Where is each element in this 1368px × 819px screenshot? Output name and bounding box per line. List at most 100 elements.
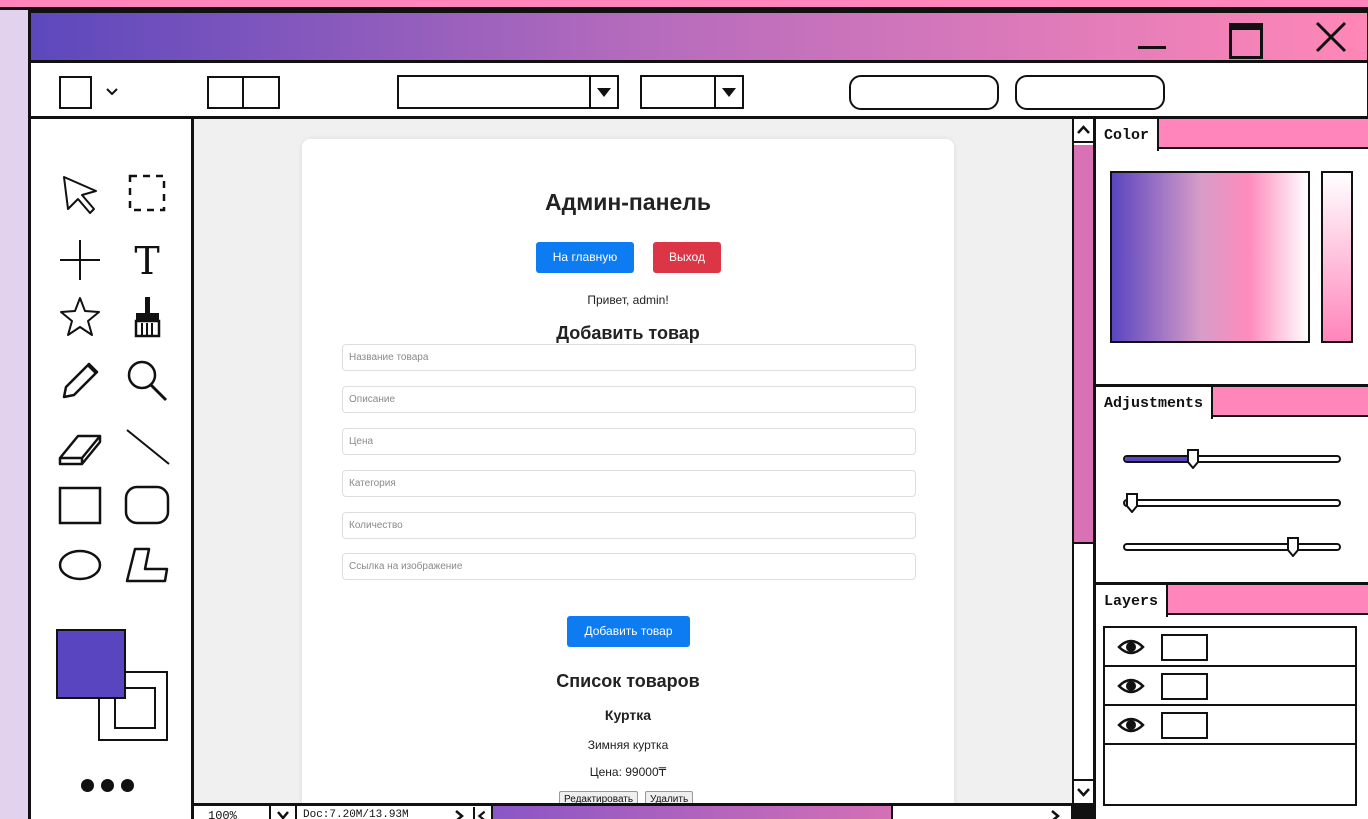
maximize-button[interactable] [1222, 17, 1266, 59]
canvas-area: Админ-панель На главную Выход Привет, ad… [194, 119, 1072, 803]
title-bar [31, 13, 1367, 63]
layer-thumbnail [1161, 634, 1208, 661]
chevron-up-icon [1077, 125, 1090, 134]
scroll-down-button[interactable] [1074, 779, 1093, 803]
eye-icon[interactable] [1117, 637, 1145, 657]
chevron-down-icon[interactable] [105, 87, 119, 97]
scroll-up-button[interactable] [1074, 119, 1093, 143]
color-panel-header: Color [1096, 119, 1368, 151]
layer-thumbnail [1161, 673, 1208, 700]
category-input[interactable]: Категория [342, 470, 916, 497]
brush-icon[interactable] [123, 293, 171, 341]
layers-list [1103, 626, 1357, 806]
description-input[interactable]: Описание [342, 386, 916, 413]
dropdown-arrow-icon [714, 77, 742, 107]
layers-panel-header: Layers [1096, 585, 1368, 617]
marquee-select-icon[interactable] [123, 169, 171, 217]
eye-icon[interactable] [1117, 715, 1145, 735]
rounded-rectangle-icon[interactable] [123, 481, 171, 529]
chevron-down-icon [277, 811, 289, 819]
product-list-heading: Список товаров [556, 671, 700, 691]
greeting-text: Привет, admin! [587, 293, 669, 307]
minimize-button[interactable] [1130, 17, 1174, 57]
adjustment-slider-1[interactable] [1123, 449, 1341, 470]
layers-panel-title[interactable]: Layers [1096, 585, 1169, 617]
ellipse-icon[interactable] [56, 541, 104, 589]
add-product-heading: Добавить товар [556, 323, 700, 343]
slider-knob[interactable] [1287, 537, 1300, 558]
split-view-button[interactable] [207, 76, 280, 109]
scrollbar-corner [1071, 806, 1096, 819]
top-strip [0, 0, 1368, 10]
line-tool-icon[interactable] [123, 424, 171, 472]
horizontal-scroll-thumb[interactable] [493, 806, 893, 819]
chevron-right-icon[interactable] [451, 807, 467, 819]
home-button[interactable]: На главную [536, 242, 634, 273]
svg-text:T: T [134, 239, 159, 283]
layer-row[interactable] [1105, 628, 1355, 667]
slider-fill [1125, 545, 1292, 549]
logout-button[interactable]: Выход [653, 242, 721, 273]
hue-slider[interactable] [1321, 171, 1353, 343]
polygon-icon[interactable] [123, 541, 171, 589]
eye-icon[interactable] [1117, 676, 1145, 696]
product-price: Цена: 99000₸ [589, 765, 667, 779]
foreground-color-swatch[interactable] [56, 629, 126, 699]
close-icon [1315, 21, 1347, 53]
close-button[interactable] [1311, 17, 1355, 57]
price-input[interactable]: Цена [342, 428, 916, 455]
more-tools-icon[interactable] [81, 779, 151, 803]
vertical-scroll-thumb[interactable] [1074, 145, 1093, 544]
chevron-left-icon[interactable] [473, 807, 489, 819]
eraser-icon[interactable] [56, 424, 104, 472]
adjustments-panel-title[interactable]: Adjustments [1096, 387, 1214, 419]
document-size: Doc:7.20M/13.93M [303, 809, 409, 819]
pencil-icon[interactable] [56, 357, 104, 405]
layer-row[interactable] [1105, 667, 1355, 706]
chevron-down-icon [1077, 788, 1090, 797]
color-panel-title[interactable]: Color [1096, 119, 1160, 151]
page-title: Админ-панель [544, 189, 712, 215]
scroll-right-icon[interactable] [1047, 807, 1063, 819]
status-bar: 100% Doc:7.20M/13.93M [194, 803, 1096, 819]
vertical-scrollbar[interactable] [1072, 119, 1096, 803]
app-root: T Админ-панель На главную Выход Привет, … [0, 0, 1368, 819]
horizontal-scrollbar[interactable] [491, 806, 1071, 819]
edit-product-button[interactable]: Редактировать [559, 791, 639, 803]
slider-knob[interactable] [1125, 493, 1138, 514]
toolbar-pill-button-1[interactable] [849, 75, 999, 110]
crosshair-icon[interactable] [56, 236, 104, 284]
slider-fill [1125, 457, 1194, 461]
rectangle-icon[interactable] [56, 481, 104, 529]
quantity-input[interactable]: Количество [342, 512, 916, 539]
zoom-icon[interactable] [123, 357, 171, 405]
dropdown-arrow-icon [589, 77, 617, 107]
select-arrow-icon[interactable] [56, 169, 104, 217]
adjustment-slider-3[interactable] [1123, 537, 1341, 558]
layer-row[interactable] [1105, 706, 1355, 745]
product-name: Куртка [604, 707, 652, 723]
adjustments-panel: Adjustments [1096, 387, 1368, 585]
layer-thumbnail [1161, 712, 1208, 739]
star-icon[interactable] [56, 293, 104, 341]
image-url-input[interactable]: Ссылка на изображение [342, 553, 916, 580]
toolbar-dropdown-1[interactable] [397, 75, 619, 109]
product-name-input[interactable]: Название товара [342, 344, 916, 371]
zoom-dropdown[interactable] [269, 806, 297, 819]
product-description: Зимняя куртка [587, 738, 669, 752]
zoom-level: 100% [208, 809, 237, 819]
toolbar-pill-button-2[interactable] [1015, 75, 1165, 110]
admin-page-card: Админ-панель На главную Выход Привет, ad… [302, 139, 954, 803]
text-tool-icon[interactable]: T [123, 236, 171, 284]
layers-panel: Layers [1096, 585, 1368, 819]
toolbar-dropdown-2[interactable] [640, 75, 744, 109]
color-picker-field[interactable] [1110, 171, 1310, 343]
shape-select-button[interactable] [59, 76, 92, 109]
adjustment-slider-2[interactable] [1123, 493, 1341, 514]
toolbar [31, 63, 1367, 119]
delete-product-button[interactable]: Удалить [645, 791, 694, 803]
adjustments-panel-header: Adjustments [1096, 387, 1368, 419]
add-product-button[interactable]: Добавить товар [567, 616, 690, 647]
slider-knob[interactable] [1186, 449, 1199, 470]
color-panel: Color [1096, 119, 1368, 387]
